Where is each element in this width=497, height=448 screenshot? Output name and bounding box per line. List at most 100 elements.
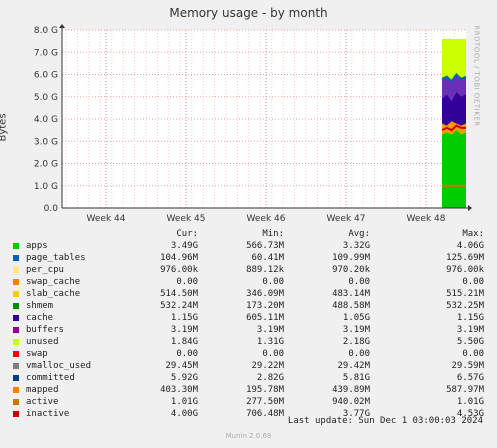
legend-cur: 514.50M xyxy=(160,289,198,299)
legend-name: swap_cache xyxy=(26,277,81,287)
legend-name: buffers xyxy=(26,325,64,335)
legend-min: 1.31G xyxy=(256,337,284,347)
legend-swatch xyxy=(13,267,19,273)
legend-header-avg: Avg: xyxy=(348,229,370,239)
legend-name: vmalloc_used xyxy=(26,361,92,371)
legend-cur: 0.00 xyxy=(176,349,198,359)
legend-avg: 439.89M xyxy=(332,385,370,395)
legend-rows: apps 3.49G 566.73M 3.32G 4.06G page_tables 104… xyxy=(12,240,488,420)
legend-avg: 3.19M xyxy=(342,325,370,335)
legend-cur: 532.24M xyxy=(160,301,198,311)
legend-swatch xyxy=(13,339,19,345)
legend-swatch xyxy=(13,399,19,405)
legend-max: 1.15G xyxy=(456,313,484,323)
legend-table: Cur: Min: Avg: Max: apps 3.49G 566.73M 3.32… xyxy=(12,228,488,420)
legend-cur: 3.19M xyxy=(170,325,198,335)
legend-row-swap: swap 0.00 0.00 0.00 0.00 xyxy=(12,348,488,360)
legend-avg: 2.18G xyxy=(342,337,370,347)
legend-swatch xyxy=(13,279,19,285)
legend-avg: 0.00 xyxy=(348,277,370,287)
x-tick-label: Week 46 xyxy=(247,214,286,224)
legend-avg: 483.14M xyxy=(332,289,370,299)
legend-max: 1.01G xyxy=(456,397,484,407)
legend-swatch xyxy=(13,387,19,393)
legend-row-committed: committed 5.92G 2.82G 5.81G 6.57G xyxy=(12,372,488,384)
legend-min: 889.12k xyxy=(246,265,284,275)
legend-cur: 4.00G xyxy=(170,409,198,419)
legend-cur: 1.15G xyxy=(170,313,198,323)
legend-name: per_cpu xyxy=(26,265,64,275)
legend-row-swap_cache: swap_cache 0.00 0.00 0.00 0.00 xyxy=(12,276,488,288)
legend-min: 29.22M xyxy=(251,361,284,371)
legend-max: 532.25M xyxy=(446,301,484,311)
legend-max: 29.59M xyxy=(451,361,484,371)
y-tick-label: 5.0 G xyxy=(34,93,58,103)
legend-name: slab_cache xyxy=(26,289,81,299)
legend-cur: 1.84G xyxy=(170,337,198,347)
legend-cur: 104.96M xyxy=(160,253,198,263)
legend-swatch xyxy=(13,291,19,297)
legend-row-apps: apps 3.49G 566.73M 3.32G 4.06G xyxy=(12,240,488,252)
legend-row-vmalloc_used: vmalloc_used 29.45M 29.22M 29.42M 29.59M xyxy=(12,360,488,372)
legend-max: 4.06G xyxy=(456,241,484,251)
y-tick-label: 1.0 G xyxy=(34,182,58,192)
memory-chart: 0.0 1.0 G 2.0 G 3.0 G 4.0 G 5.0 G 6.0 G 7.0 G 8.… xyxy=(34,24,472,224)
legend-cur: 3.49G xyxy=(170,241,198,251)
munin-version: Munin 2.0.69 xyxy=(225,432,272,440)
legend-max: 0.00 xyxy=(462,277,484,287)
legend-min: 277.50M xyxy=(246,397,284,407)
legend-header-max: Max: xyxy=(462,229,484,239)
legend-min: 3.19M xyxy=(256,325,284,335)
y-tick-label: 7.0 G xyxy=(34,48,58,58)
y-tick-label: 8.0 G xyxy=(34,26,58,36)
legend-swatch xyxy=(13,303,19,309)
legend-swatch xyxy=(13,315,19,321)
legend-row-mapped: mapped 403.30M 195.78M 439.89M 587.97M xyxy=(12,384,488,396)
x-tick-label: Week 44 xyxy=(87,214,126,224)
x-axis-arrow xyxy=(468,205,472,211)
y-tick-label: 0.0 xyxy=(44,204,59,214)
legend-min: 0.00 xyxy=(262,277,284,287)
legend-max: 515.21M xyxy=(446,289,484,299)
legend-row-cache: cache 1.15G 605.11M 1.05G 1.15G xyxy=(12,312,488,324)
legend-cur: 29.45M xyxy=(165,361,198,371)
legend-name: cache xyxy=(26,313,54,323)
legend-row-slab_cache: slab_cache 514.50M 346.09M 483.14M 515.21M xyxy=(12,288,488,300)
legend-min: 60.41M xyxy=(251,253,284,263)
legend-max: 5.50G xyxy=(456,337,484,347)
legend-min: 195.78M xyxy=(246,385,284,395)
legend-min: 605.11M xyxy=(246,313,284,323)
legend-min: 173.20M xyxy=(246,301,284,311)
legend-name: page_tables xyxy=(26,253,86,263)
legend-header-cur: Cur: xyxy=(176,229,198,239)
legend-avg: 488.58M xyxy=(332,301,370,311)
legend-min: 0.00 xyxy=(262,349,284,359)
legend-header-row: Cur: Min: Avg: Max: xyxy=(12,228,488,240)
legend-name: inactive xyxy=(26,409,70,419)
legend-avg: 970.20k xyxy=(332,265,370,275)
legend-avg: 1.05G xyxy=(342,313,370,323)
legend-row-active: active 1.01G 277.50M 940.02M 1.01G xyxy=(12,396,488,408)
legend-cur: 976.00k xyxy=(160,265,198,275)
y-tick-label: 6.0 G xyxy=(34,71,58,81)
legend-cur: 1.01G xyxy=(170,397,198,407)
legend-avg: 5.81G xyxy=(342,373,370,383)
legend-row-unused: unused 1.84G 1.31G 2.18G 5.50G xyxy=(12,336,488,348)
legend-cur: 5.92G xyxy=(170,373,198,383)
legend-max: 587.97M xyxy=(446,385,484,395)
legend-min: 706.48M xyxy=(246,409,284,419)
legend-max: 3.19M xyxy=(456,325,484,335)
last-update: Last update: Sun Dec 1 03:00:03 2024 xyxy=(287,416,483,426)
legend-name: swap xyxy=(26,349,48,359)
y-tick-label: 2.0 G xyxy=(34,160,58,170)
legend-swatch xyxy=(13,363,19,369)
legend-header-min: Min: xyxy=(262,229,284,239)
legend-avg: 0.00 xyxy=(348,349,370,359)
legend-name: apps xyxy=(26,241,48,251)
legend-swatch xyxy=(13,351,19,357)
x-tick-label: Week 45 xyxy=(167,214,206,224)
legend-max: 125.69M xyxy=(446,253,484,263)
x-tick-label: Week 48 xyxy=(407,214,446,224)
legend-avg: 29.42M xyxy=(337,361,370,371)
legend-min: 566.73M xyxy=(246,241,284,251)
